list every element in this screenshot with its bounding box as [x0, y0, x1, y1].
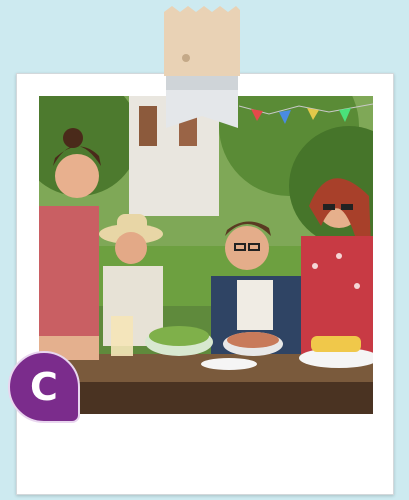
photo-outdoor-dinner	[39, 96, 373, 414]
photo-scene	[39, 96, 373, 414]
tape-graphic	[164, 6, 240, 128]
tape-strip	[164, 6, 240, 130]
option-badge-c: C	[8, 351, 80, 423]
polaroid-frame	[16, 73, 394, 495]
badge-letter: C	[30, 365, 58, 409]
